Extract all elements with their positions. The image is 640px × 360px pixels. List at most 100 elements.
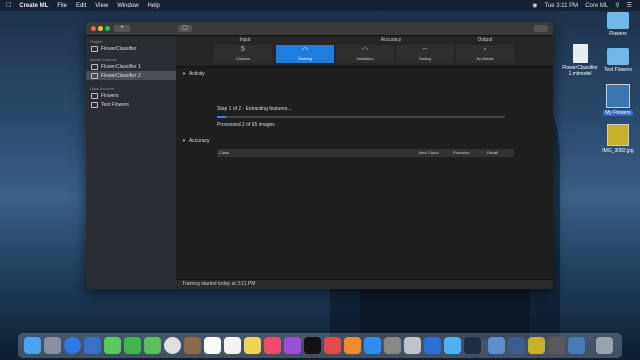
- sidebar-header-project: Project: [90, 39, 103, 44]
- desktop-icon-my-flowers[interactable]: My Flowers: [600, 84, 636, 116]
- finder-icon[interactable]: [24, 337, 41, 354]
- tab-header-accuracy: Accuracy: [380, 37, 402, 43]
- wifi-icon[interactable]: ◉: [532, 2, 537, 9]
- model-icon: [91, 63, 98, 70]
- sidebar: Project FlowerClassifier Model Sources F…: [86, 36, 176, 289]
- folder-icon: [91, 101, 98, 108]
- sidebar-item-label: Test Flowers: [101, 101, 130, 108]
- desktop-icon-label: IMG_3082.jpg: [602, 148, 634, 154]
- disclosure-triangle-icon[interactable]: ▼: [182, 138, 186, 143]
- accuracy-header: Accuracy: [188, 138, 210, 144]
- zoom-button[interactable]: [105, 26, 110, 31]
- desktop-icon-test-flowers[interactable]: Test Flowers: [600, 48, 636, 73]
- sidebar-item-model-1[interactable]: FlowerClassifier 1: [86, 62, 176, 71]
- close-button[interactable]: [91, 26, 96, 31]
- menu-app-name[interactable]: Create ML: [19, 3, 48, 9]
- music-icon[interactable]: [264, 337, 281, 354]
- sidebar-item-label: FlowerClassifier 1: [101, 63, 141, 70]
- preview-icon[interactable]: [404, 337, 421, 354]
- column-recall[interactable]: Recall: [487, 150, 498, 155]
- terminal-icon[interactable]: [464, 337, 481, 354]
- title-bar[interactable]: + ▢: [86, 22, 553, 36]
- activity-section-header[interactable]: ▼ Activity: [182, 71, 205, 77]
- menu-window[interactable]: Window: [117, 3, 138, 9]
- main-panel: Input Accuracy Output 5 Classes ◠ Traini…: [176, 36, 553, 289]
- maps-icon[interactable]: [144, 337, 161, 354]
- sidebar-item-label: FlowerClassifier: [101, 45, 137, 52]
- menu-edit[interactable]: Edit: [76, 3, 86, 9]
- column-class[interactable]: Class: [219, 150, 229, 155]
- apple-icon[interactable]: : [6, 2, 11, 9]
- desktop-icon-mlmodel[interactable]: FlowerClassifier 1.mlmodel: [560, 44, 600, 77]
- trash-icon[interactable]: [596, 337, 613, 354]
- desktop-icon-img-3082[interactable]: IMG_3082.jpg: [600, 124, 636, 154]
- create-ml-icon[interactable]: [444, 337, 461, 354]
- sidebar-item-model-2[interactable]: FlowerClassifier 2: [86, 71, 176, 80]
- calendar-icon[interactable]: [204, 337, 221, 354]
- add-button[interactable]: +: [114, 25, 130, 32]
- sidebar-item-test-flowers[interactable]: Test Flowers: [86, 100, 176, 109]
- tv-icon[interactable]: [304, 337, 321, 354]
- image-stack-icon[interactable]: [508, 337, 525, 354]
- disclosure-triangle-icon[interactable]: ▼: [182, 71, 186, 76]
- testing-value: --: [422, 46, 428, 53]
- toolbar-right-button[interactable]: [534, 25, 548, 32]
- menu-view[interactable]: View: [95, 3, 108, 9]
- podcasts-icon[interactable]: [284, 337, 301, 354]
- app-store-icon[interactable]: [364, 337, 381, 354]
- accuracy-table-header: Class Item Count Precision Recall: [217, 149, 514, 157]
- xcode-icon[interactable]: [424, 337, 441, 354]
- mlmodel-file-icon: [572, 44, 588, 63]
- tab-testing[interactable]: -- Testing: [396, 45, 454, 63]
- menu-list-icon[interactable]: ☰: [627, 2, 632, 9]
- tab-validation[interactable]: ◠ Validation: [336, 45, 394, 63]
- folder-icon: [91, 92, 98, 99]
- activity-header: Activity: [188, 71, 205, 77]
- menu-file[interactable]: File: [57, 3, 67, 9]
- stage-tabs: Input Accuracy Output 5 Classes ◠ Traini…: [176, 36, 553, 67]
- books-icon[interactable]: [344, 337, 361, 354]
- folder-stack-icon[interactable]: [568, 337, 585, 354]
- no-model-label: No Model: [476, 56, 494, 61]
- clock[interactable]: Tue 3:11 PM: [545, 3, 579, 9]
- desktop-icon-label: FlowerClassifier 1.mlmodel: [562, 65, 598, 77]
- progress-bar: [217, 116, 505, 118]
- document-icon: [91, 45, 98, 52]
- accuracy-section-header[interactable]: ▼ Accuracy: [182, 138, 210, 144]
- image-thumbnail-icon: [606, 84, 630, 108]
- spinner-icon: ◠: [301, 47, 309, 54]
- downloads-stack-icon[interactable]: [488, 337, 505, 354]
- contacts-icon[interactable]: [184, 337, 201, 354]
- system-preferences-icon[interactable]: [384, 337, 401, 354]
- status-bar: Training started today at 3:11 PM: [176, 279, 553, 289]
- tab-output[interactable]: ▫ No Model: [456, 45, 514, 63]
- user-name[interactable]: Core ML: [585, 3, 608, 9]
- desktop-icon-flowers[interactable]: Flowers: [600, 12, 636, 37]
- sidebar-item-project[interactable]: FlowerClassifier: [86, 44, 176, 53]
- sidebar-toggle-button[interactable]: ▢: [178, 25, 192, 32]
- messages-icon[interactable]: [124, 337, 141, 354]
- model-icon: [91, 72, 98, 79]
- safari-icon[interactable]: [64, 337, 81, 354]
- mail-icon[interactable]: [84, 337, 101, 354]
- training-label: Training: [297, 56, 313, 61]
- sidebar-item-label: Flowers: [101, 92, 119, 99]
- photos-icon[interactable]: [164, 337, 181, 354]
- search-icon[interactable]: ⚲: [615, 2, 619, 9]
- folder-icon: [607, 12, 629, 29]
- progress-bar-fill: [217, 116, 226, 118]
- minimize-button[interactable]: [98, 26, 103, 31]
- news-icon[interactable]: [324, 337, 341, 354]
- column-item-count[interactable]: Item Count: [419, 150, 439, 155]
- sidebar-item-flowers[interactable]: Flowers: [86, 91, 176, 100]
- image-stack-icon[interactable]: [528, 337, 545, 354]
- tab-training[interactable]: ◠ Training: [276, 45, 334, 63]
- folder-stack-icon[interactable]: [548, 337, 565, 354]
- facetime-icon[interactable]: [104, 337, 121, 354]
- reminders-icon[interactable]: [224, 337, 241, 354]
- launchpad-icon[interactable]: [44, 337, 61, 354]
- menu-help[interactable]: Help: [148, 3, 160, 9]
- column-precision[interactable]: Precision: [453, 150, 469, 155]
- tab-input[interactable]: 5 Classes: [214, 45, 272, 63]
- notes-icon[interactable]: [244, 337, 261, 354]
